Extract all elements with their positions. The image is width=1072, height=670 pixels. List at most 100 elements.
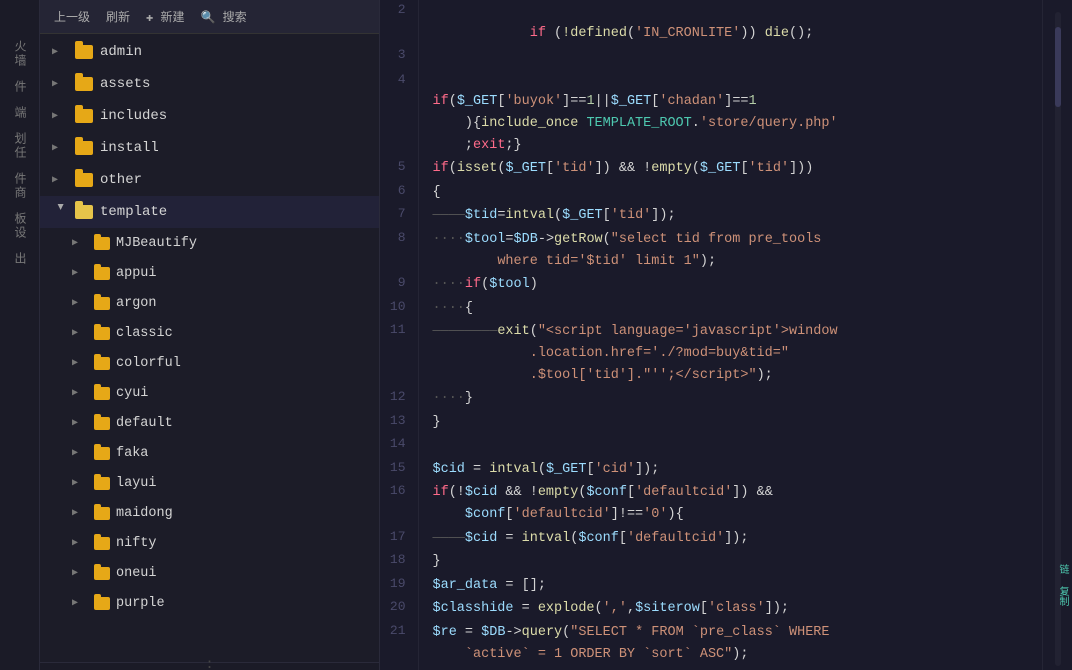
line-content[interactable]: ····if($tool) bbox=[418, 273, 1042, 297]
tree-label-classic: classic bbox=[116, 326, 173, 341]
folder-icon-appui bbox=[94, 267, 110, 280]
folder-icon-other bbox=[75, 173, 93, 187]
line-number: 22 bbox=[380, 666, 418, 670]
code-scroll-area[interactable]: 2 if (!defined('IN_CRONLITE')) die(); 3 … bbox=[380, 0, 1042, 670]
tree-item-oneui[interactable]: ▶ oneui bbox=[40, 558, 379, 588]
code-editor: 2 if (!defined('IN_CRONLITE')) die(); 3 … bbox=[380, 0, 1042, 670]
line-number: 5 bbox=[380, 157, 418, 181]
tree-item-template[interactable]: ▶ template bbox=[40, 196, 379, 228]
copy-button[interactable]: 复制 bbox=[1053, 582, 1072, 610]
copy-link-button[interactable]: 链 bbox=[1053, 560, 1072, 578]
tree-item-cyui[interactable]: ▶ cyui bbox=[40, 378, 379, 408]
tree-label-default: default bbox=[116, 416, 173, 431]
line-content[interactable]: ————————exit("<script language='javascri… bbox=[418, 320, 1042, 387]
tree-item-colorful[interactable]: ▶ colorful bbox=[40, 348, 379, 378]
line-number: 13 bbox=[380, 411, 418, 435]
line-content[interactable] bbox=[418, 45, 1042, 69]
line-content[interactable]: if($_GET['buyok']==1||$_GET['chadan']==1… bbox=[418, 69, 1042, 157]
line-content[interactable]: ————$tid=intval($_GET['tid']); bbox=[418, 204, 1042, 228]
code-line-6: 6 { bbox=[380, 181, 1042, 205]
tree-item-assets[interactable]: ▶ assets bbox=[40, 68, 379, 100]
line-content[interactable] bbox=[418, 434, 1042, 458]
folder-icon-maidong bbox=[94, 507, 110, 520]
line-content[interactable]: $classhide = explode(',',$siterow['class… bbox=[418, 597, 1042, 621]
folder-icon-colorful bbox=[94, 357, 110, 370]
file-tree-sidebar: 上一级 刷新 ✚ 新建 🔍 搜索 ▶ admin ▶ assets bbox=[40, 0, 380, 670]
line-content[interactable]: ————$cid = intval($conf['defaultcid']); bbox=[418, 527, 1042, 551]
tree-item-argon[interactable]: ▶ argon bbox=[40, 288, 379, 318]
toolbar-search-button[interactable]: 🔍 搜索 bbox=[194, 6, 252, 27]
tree-item-maidong[interactable]: ▶ maidong bbox=[40, 498, 379, 528]
chevron-right-icon: ▶ bbox=[72, 507, 88, 519]
code-line-12: 12 ····} bbox=[380, 387, 1042, 411]
tree-label-faka: faka bbox=[116, 446, 148, 461]
folder-icon-classic bbox=[94, 327, 110, 340]
sidebar-resize-handle[interactable]: ⋮ bbox=[40, 662, 379, 670]
tree-item-faka[interactable]: ▶ faka bbox=[40, 438, 379, 468]
chevron-down-icon: ▶ bbox=[54, 204, 66, 220]
line-number: 10 bbox=[380, 297, 418, 321]
tree-label-other: other bbox=[100, 172, 142, 188]
line-content[interactable]: $qcid = ""; bbox=[418, 666, 1042, 670]
left-label-task: 划任 bbox=[11, 132, 28, 160]
scrollbar-thumb[interactable] bbox=[1055, 27, 1061, 107]
tree-item-layui[interactable]: ▶ layui bbox=[40, 468, 379, 498]
tree-item-admin[interactable]: ▶ admin bbox=[40, 36, 379, 68]
chevron-right-icon: ▶ bbox=[52, 110, 68, 122]
tree-item-other[interactable]: ▶ other bbox=[40, 164, 379, 196]
code-table: 2 if (!defined('IN_CRONLITE')) die(); 3 … bbox=[380, 0, 1042, 670]
line-content[interactable]: ····} bbox=[418, 387, 1042, 411]
line-content[interactable]: if (!defined('IN_CRONLITE')) die(); bbox=[418, 0, 1042, 45]
line-number: 18 bbox=[380, 550, 418, 574]
tree-item-nifty[interactable]: ▶ nifty bbox=[40, 528, 379, 558]
tree-item-mjbeautify[interactable]: ▶ MJBeautify bbox=[40, 228, 379, 258]
code-line-13: 13 } bbox=[380, 411, 1042, 435]
tree-label-template: template bbox=[100, 204, 167, 220]
folder-icon-assets bbox=[75, 77, 93, 91]
left-label-strip: 火墙 件 端 划任 件商 板设 出 bbox=[0, 0, 40, 670]
line-number: 7 bbox=[380, 204, 418, 228]
toolbar-new-button[interactable]: ✚ 新建 bbox=[140, 6, 190, 27]
tree-item-classic[interactable]: ▶ classic bbox=[40, 318, 379, 348]
tree-item-purple[interactable]: ▶ purple bbox=[40, 588, 379, 618]
line-number: 15 bbox=[380, 458, 418, 482]
code-line-4: 4 if($_GET['buyok']==1||$_GET['chadan']=… bbox=[380, 69, 1042, 157]
left-label-panel: 板设 bbox=[11, 212, 28, 240]
tree-item-appui[interactable]: ▶ appui bbox=[40, 258, 379, 288]
folder-icon-template bbox=[75, 205, 93, 219]
line-content[interactable]: { bbox=[418, 181, 1042, 205]
line-number: 16 bbox=[380, 481, 418, 526]
toolbar-refresh-button[interactable]: 刷新 bbox=[100, 6, 136, 27]
tree-label-layui: layui bbox=[116, 476, 157, 491]
line-content[interactable]: ····{ bbox=[418, 297, 1042, 321]
line-content[interactable]: } bbox=[418, 411, 1042, 435]
line-content[interactable]: $cid = intval($_GET['cid']); bbox=[418, 458, 1042, 482]
line-content[interactable]: } bbox=[418, 550, 1042, 574]
sidebar-toolbar: 上一级 刷新 ✚ 新建 🔍 搜索 bbox=[40, 0, 379, 34]
tree-label-install: install bbox=[100, 140, 159, 156]
chevron-right-icon: ▶ bbox=[72, 357, 88, 369]
chevron-right-icon: ▶ bbox=[52, 46, 68, 58]
right-panel: 链 复制 bbox=[1042, 0, 1072, 670]
tree-item-includes[interactable]: ▶ includes bbox=[40, 100, 379, 132]
tree-item-default[interactable]: ▶ default bbox=[40, 408, 379, 438]
folder-icon-mjbeautify bbox=[94, 237, 110, 250]
line-content[interactable]: ····$tool=$DB->getRow("select tid from p… bbox=[418, 228, 1042, 273]
tree-label-cyui: cyui bbox=[116, 386, 148, 401]
line-number: 2 bbox=[380, 0, 418, 45]
code-line-10: 10 ····{ bbox=[380, 297, 1042, 321]
code-line-17: 17 ————$cid = intval($conf['defaultcid']… bbox=[380, 527, 1042, 551]
chevron-right-icon: ▶ bbox=[72, 267, 88, 279]
line-content[interactable]: if(!$cid && !empty($conf['defaultcid']) … bbox=[418, 481, 1042, 526]
line-content[interactable]: $ar_data = []; bbox=[418, 574, 1042, 598]
code-line-16: 16 if(!$cid && !empty($conf['defaultcid'… bbox=[380, 481, 1042, 526]
folder-icon-install bbox=[75, 141, 93, 155]
line-content[interactable]: if(isset($_GET['tid']) && !empty($_GET['… bbox=[418, 157, 1042, 181]
line-number: 6 bbox=[380, 181, 418, 205]
file-tree-list: ▶ admin ▶ assets ▶ includes bbox=[40, 34, 379, 662]
toolbar-back-button[interactable]: 上一级 bbox=[48, 6, 96, 27]
tree-item-install[interactable]: ▶ install bbox=[40, 132, 379, 164]
line-content[interactable]: $re = $DB->query("SELECT * FROM `pre_cla… bbox=[418, 621, 1042, 666]
chevron-right-icon: ▶ bbox=[52, 174, 68, 186]
chevron-right-icon: ▶ bbox=[72, 477, 88, 489]
